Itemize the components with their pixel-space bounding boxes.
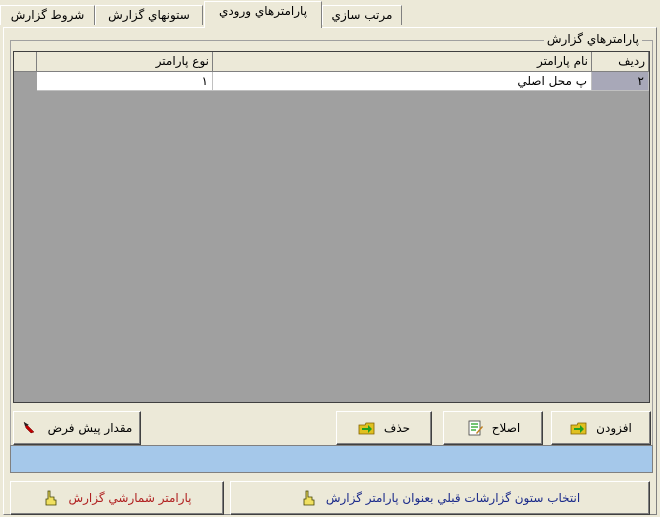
status-bar <box>10 445 653 473</box>
default-value-button[interactable]: مقدار پيش فرض <box>13 411 141 445</box>
default-value-label: مقدار پيش فرض <box>47 421 133 435</box>
add-button[interactable]: افزودن <box>551 411 651 445</box>
edit-label: اصلاح <box>491 421 521 435</box>
tab-panel: پارامترهاي گزارش نوع پارامتر نام پارامتر… <box>3 27 657 515</box>
counter-parameter-label: پارامتر شمارشي گزارش <box>68 491 192 505</box>
column-header-index[interactable]: رديف <box>592 52 649 72</box>
grid-corner <box>14 52 37 72</box>
group-title: پارامترهاي گزارش <box>543 32 642 46</box>
delete-button[interactable]: حذف <box>336 411 432 445</box>
hand-pointer-icon <box>303 490 315 506</box>
tab-report-columns[interactable]: ستونهاي گزارش <box>95 5 203 25</box>
edit-button[interactable]: اصلاح <box>443 411 543 445</box>
arrow-cursor-icon <box>23 421 35 434</box>
add-label: افزودن <box>596 421 632 435</box>
edit-document-icon <box>468 420 483 436</box>
tab-strip: مرتب سازي پارامترهاي ورودي ستونهاي گزارش… <box>0 0 660 28</box>
tab-input-parameters[interactable]: پارامترهاي ورودي <box>204 1 322 28</box>
counter-parameter-button[interactable]: پارامتر شمارشي گزارش <box>10 481 224 515</box>
delete-label: حذف <box>383 421 411 435</box>
tab-report-conditions[interactable]: شروط گزارش <box>0 5 95 25</box>
select-previous-report-column-button[interactable]: انتخاب ستون گزارشات قبلي بعنوان پارامتر … <box>230 481 650 515</box>
column-header-name[interactable]: نام پارامتر <box>213 52 592 72</box>
table-row-name-cell[interactable]: پ محل اصلي <box>213 72 592 91</box>
column-header-type[interactable]: نوع پارامتر <box>37 52 213 72</box>
folder-add-icon <box>570 422 587 435</box>
select-previous-report-column-label: انتخاب ستون گزارشات قبلي بعنوان پارامتر … <box>325 491 581 505</box>
tab-sorting[interactable]: مرتب سازي <box>322 5 402 25</box>
table-row-index-cell[interactable]: ۲ <box>592 72 649 91</box>
hand-pointer-icon <box>46 490 57 506</box>
folder-icon <box>358 422 375 435</box>
parameters-grid[interactable]: نوع پارامتر نام پارامتر رديف ۱ پ محل اصل… <box>13 51 650 403</box>
table-row-type-cell[interactable]: ۱ <box>37 72 213 91</box>
report-parameters-group: پارامترهاي گزارش نوع پارامتر نام پارامتر… <box>10 32 653 460</box>
